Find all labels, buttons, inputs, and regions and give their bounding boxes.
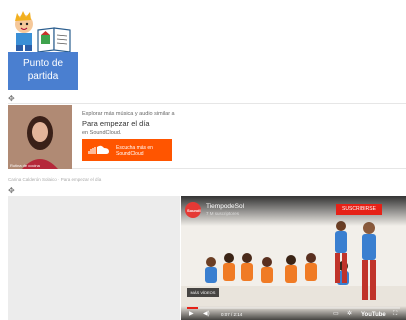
child-reading-illustration	[15, 11, 71, 52]
soundcloud-embed: Rutina de cocina Explorar más música y a…	[8, 103, 406, 169]
album-art-caption: Rutina de cocina	[10, 163, 40, 168]
page: Punto de partida ✥ Rutina de cocina Expl…	[0, 0, 406, 320]
play-icon[interactable]: ▶	[189, 310, 194, 318]
youtube-logo[interactable]: YouTube	[361, 312, 386, 318]
subscriber-count: 7 M suscriptores	[206, 211, 240, 216]
channel-name[interactable]: TiempodeSol	[206, 203, 244, 210]
soundcloud-title[interactable]: Para empezar el día	[82, 119, 282, 128]
soundcloud-line3: en SoundCloud.	[82, 130, 122, 136]
album-art[interactable]: Rutina de cocina	[8, 105, 72, 169]
youtube-player[interactable]: SoundI TiempodeSol 7 M suscriptores SUSC…	[181, 196, 406, 320]
more-videos-button[interactable]: MÁS VÍDEOS	[187, 288, 219, 297]
soundcloud-logo-icon	[88, 145, 109, 154]
subscribe-button[interactable]: SUSCRIBIRSE	[336, 204, 382, 215]
move-handle-icon[interactable]: ✥	[8, 95, 16, 103]
channel-avatar-text: SoundI	[187, 208, 201, 213]
start-card[interactable]: Punto de partida	[8, 8, 78, 90]
album-art-image	[8, 105, 72, 169]
progress-fill	[187, 307, 198, 309]
progress-bar[interactable]	[187, 307, 400, 309]
gear-icon[interactable]: ✲	[347, 310, 352, 318]
time-display: 0:07 / 2:14	[221, 312, 243, 317]
soundcloud-line1: Explorar más música y audio similar a	[82, 111, 175, 117]
soundcloud-description: Explorar más música y audio similar a Pa…	[82, 111, 282, 136]
soundcloud-attribution[interactable]: Carina Calderón Solaico · Para empezar e…	[8, 177, 101, 182]
channel-avatar[interactable]: SoundI	[185, 202, 201, 218]
volume-icon[interactable]: ◀)	[203, 310, 210, 318]
captions-icon[interactable]: ▭	[333, 310, 339, 318]
listen-button-line2: SoundCloud	[116, 151, 144, 157]
listen-on-soundcloud-button[interactable]: Escucha más en SoundCloud	[82, 139, 172, 161]
player-controls: ▶ ◀) 0:07 / 2:14 ▭ ✲ YouTube ⛶	[181, 306, 406, 320]
fullscreen-icon[interactable]: ⛶	[393, 310, 397, 318]
start-button[interactable]: Punto de partida	[8, 52, 78, 90]
video-pillarbox	[8, 196, 180, 320]
move-handle-icon[interactable]: ✥	[8, 187, 16, 195]
